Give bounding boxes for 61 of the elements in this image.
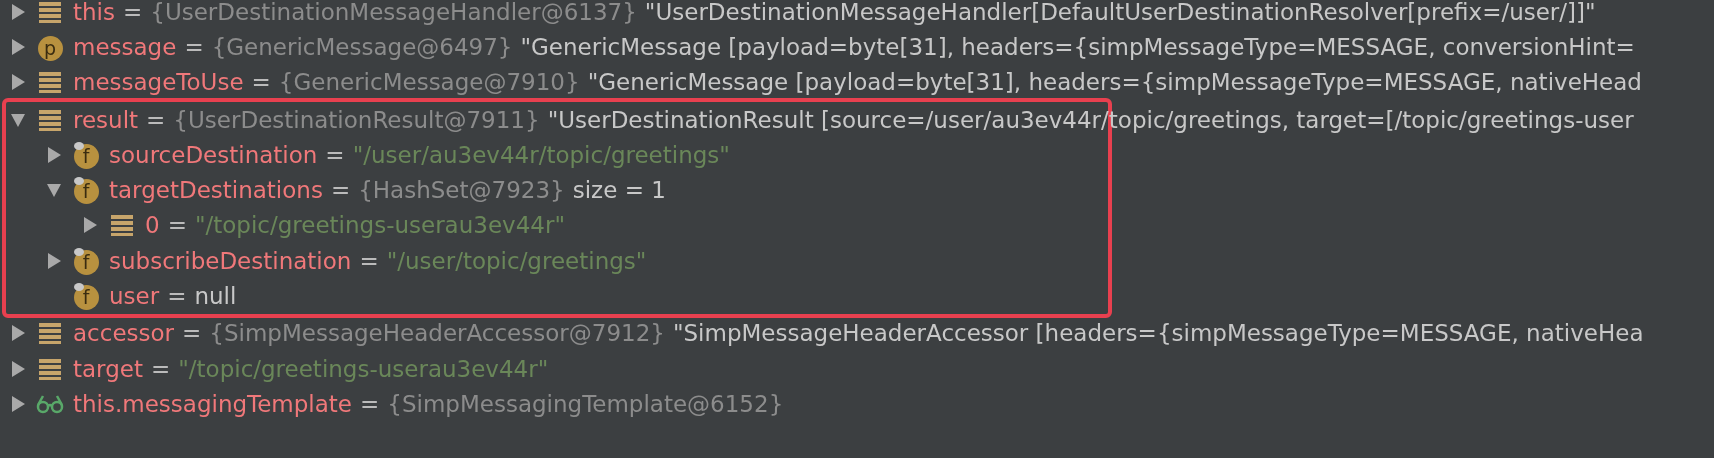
expand-arrow-icon[interactable] [9,394,26,413]
object-reference: {UserDestinationMessageHandler@6137} [150,0,637,25]
field-icon: f [73,282,99,310]
value-text: "UserDestinationMessageHandler[DefaultUserDestinationResolver[prefix=/user/]]" [644,0,1596,25]
variable-icon [38,71,62,94]
variable-name: 0 [145,212,160,239]
equals-sign: = [150,355,171,382]
expand-arrow-icon[interactable] [81,216,98,235]
variable-name: message [73,33,177,60]
expand-arrow-icon[interactable] [45,251,62,270]
glasses-icon [35,393,65,414]
expand-arrow-icon[interactable] [45,145,62,164]
string-value: "/topic/greetings-userau3ev44r" [194,212,565,239]
field-icon: f [73,140,99,169]
variable-name: targetDestinations [109,177,323,204]
string-value: "/user/au3ev44r/topic/greetings" [352,141,730,168]
expand-arrow-icon[interactable] [9,359,26,378]
variable-name: messageToUse [73,69,244,96]
field-icon: f [73,176,99,205]
value-text: "SimpMessageHeaderAccessor [headers={simpMessageType=MESSAGE, nativeHea [672,320,1644,347]
equals-sign: = [359,247,379,274]
variable-name: this [73,0,115,25]
object-reference: {GenericMessage@7910} [278,69,580,96]
string-value: "/user/topic/greetings" [386,247,647,274]
equals-sign: = [360,390,380,417]
value-text: "GenericMessage [payload=byte[31], headers={simpMessageType=MESSAGE, conversionHint= [520,33,1635,60]
equals-sign: = [330,177,351,204]
string-value: "/topic/greetings-userau3ev44r" [178,355,549,382]
variable-name: target [73,355,143,382]
variable-icon [38,0,62,23]
equals-sign: = [251,69,271,96]
variable-name: this.messagingTemplate [73,390,352,417]
value-text: null [194,283,237,309]
variable-icon [38,322,62,345]
expand-arrow-icon[interactable] [9,2,26,21]
object-reference: {SimpMessagingTemplate@6152} [387,390,784,417]
variable-name: subscribeDestination [109,247,352,274]
expand-arrow-icon[interactable] [9,324,26,343]
equals-sign: = [167,283,187,309]
object-reference: {SimpMessageHeaderAccessor@7912} [209,320,665,347]
expand-arrow-icon[interactable] [9,37,26,56]
equals-sign: = [182,320,202,347]
variable-icon [110,214,134,237]
variable-icon [38,357,62,380]
equals-sign: = [325,141,345,168]
value-text: "GenericMessage [payload=byte[31], headers={simpMessageType=MESSAGE, nativeHead [587,69,1642,96]
expand-arrow-icon[interactable] [9,73,26,92]
variable-name: user [109,283,160,309]
equals-sign: = [146,106,166,133]
equals-sign: = [184,33,204,60]
equals-sign: = [167,212,187,239]
object-reference: {UserDestinationResult@7911} [173,106,540,133]
equals-sign: = [122,0,143,25]
variable-name: sourceDestination [109,141,318,168]
variable-name: accessor [73,320,175,347]
object-reference: {HashSet@7923} [358,177,565,204]
variable-icon [38,108,62,131]
variable-name: result [73,106,139,133]
object-reference: {GenericMessage@6497} [211,33,513,60]
value-text: size = 1 [572,177,666,204]
field-icon: f [73,246,99,275]
